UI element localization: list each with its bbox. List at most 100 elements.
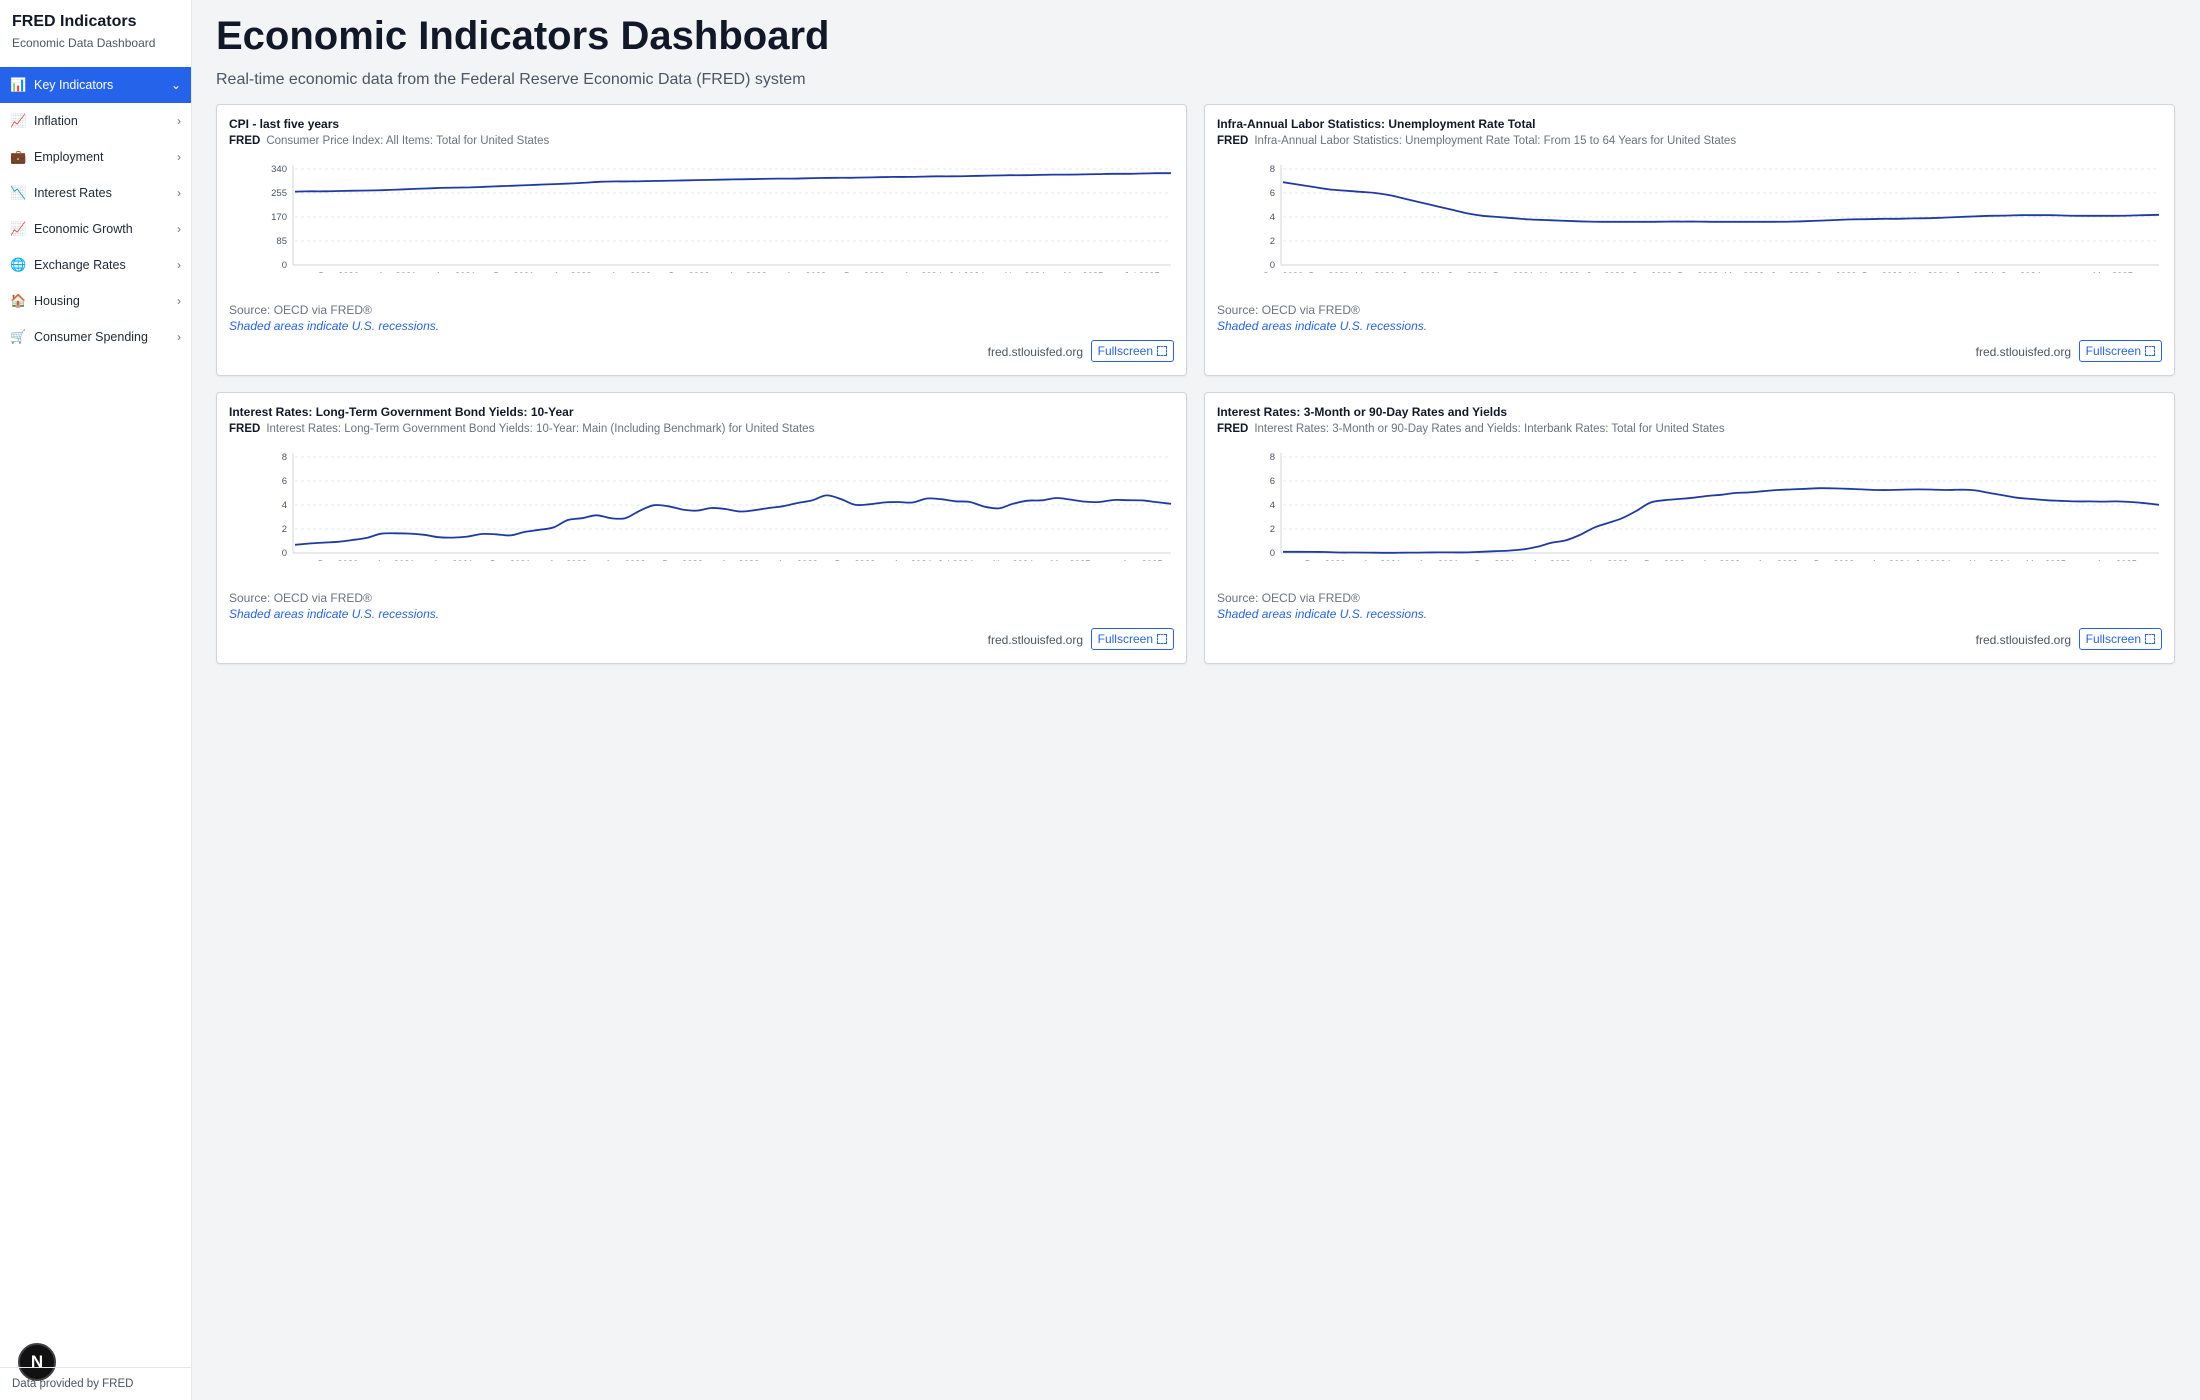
x-tick-label: Sep 2020: [1263, 271, 1304, 273]
sidebar-item-label: Economic Growth: [34, 222, 133, 236]
x-tick-label: Apr 2024: [904, 271, 943, 273]
y-tick-label: 6: [1270, 476, 1275, 487]
chart-series-title: Consumer Price Index: All Items: Total f…: [266, 135, 550, 147]
x-tick-label: Dec 2020: [1309, 271, 1350, 273]
sidebar-item-key-indicators[interactable]: 📊 Key Indicators ⌄: [0, 67, 191, 103]
x-tick-label: Sep 2022: [1631, 271, 1672, 273]
x-tick-label: Jun 2021: [1402, 271, 1441, 273]
x-tick-label: Aug 2022: [610, 271, 651, 273]
x-tick-label: Sep 2023: [1816, 271, 1857, 273]
series-line: [1283, 487, 2160, 554]
sidebar-item-interest-rates[interactable]: 📉 Interest Rates ›: [0, 175, 191, 211]
fullscreen-button-label: Fullscreen: [2085, 344, 2141, 358]
y-tick-label: 85: [276, 236, 287, 247]
trending-up-icon: 📈: [10, 221, 27, 236]
trending-down-icon: 📉: [10, 185, 27, 200]
x-tick-label: Jul 2024: [949, 271, 985, 273]
chevron-right-icon: ›: [177, 186, 181, 200]
y-tick-label: 6: [1270, 188, 1275, 199]
x-tick-label: Aug 2023: [1757, 559, 1798, 561]
sidebar-item-economic-growth[interactable]: 📈 Economic Growth ›: [0, 211, 191, 247]
x-tick-label: Dec 2023: [844, 271, 885, 273]
x-tick-label: Aug 2021: [433, 559, 474, 561]
series-line: [294, 494, 1172, 546]
y-tick-label: 255: [271, 188, 287, 199]
fullscreen-icon: [2145, 634, 2155, 644]
chart-card: CPI - last five years FRED Consumer Price …: [216, 104, 1187, 376]
x-tick-label: Aug 2021: [1418, 559, 1459, 561]
recession-note: Shaded areas indicate U.S. recessions.: [229, 607, 440, 621]
x-tick-label: Nov 2024: [1005, 271, 1046, 273]
chart-source: Source: OECD via FRED®: [229, 303, 372, 317]
sidebar-item-label: Key Indicators: [34, 78, 114, 92]
chart-series-row: FRED Interest Rates: 3-Month or 90-Day Ra…: [1217, 423, 1725, 435]
x-tick-label: Dec 2023: [1814, 559, 1855, 561]
chart-source: Source: OECD via FRED®: [1217, 591, 1360, 605]
x-tick-label: Aug 2021: [435, 271, 476, 273]
x-tick-label: Dec 2021: [1475, 559, 1516, 561]
x-tick-label: Mar 2025: [1063, 271, 1103, 273]
fullscreen-icon: [1157, 346, 1167, 356]
x-tick-label: Mar 2024: [1908, 271, 1948, 273]
chart-series-row: FRED Consumer Price Index: All Items: Tot…: [229, 135, 549, 147]
chevron-right-icon: ›: [177, 258, 181, 272]
fullscreen-button-label: Fullscreen: [2085, 632, 2141, 646]
app-subtitle: Economic Data Dashboard: [12, 36, 156, 50]
fullscreen-button[interactable]: Fullscreen: [1090, 340, 1174, 362]
y-tick-label: 4: [282, 500, 287, 511]
sidebar-item-employment[interactable]: 💼 Employment ›: [0, 139, 191, 175]
fred-logo: FRED: [229, 135, 261, 147]
chevron-right-icon: ›: [177, 330, 181, 344]
y-tick-label: 0: [1270, 260, 1275, 271]
fred-link[interactable]: fred.stlouisfed.org: [988, 345, 1083, 359]
x-tick-label: Jul 2024: [938, 559, 974, 561]
fred-logo: FRED: [229, 423, 261, 435]
fred-link[interactable]: fred.stlouisfed.org: [988, 633, 1083, 647]
sidebar-item-label: Consumer Spending: [34, 330, 148, 344]
y-tick-label: 170: [271, 212, 287, 223]
x-tick-label: Dec 2020: [1305, 559, 1346, 561]
x-tick-label: Jun 2024: [1955, 271, 1994, 273]
sidebar-item-exchange-rates[interactable]: 🌐 Exchange Rates ›: [0, 247, 191, 283]
chart-series-row: FRED Infra-Annual Labor Statistics: Unemp…: [1217, 135, 1736, 147]
recession-note: Shaded areas indicate U.S. recessions.: [1217, 607, 1428, 621]
x-tick-label: Dec 2022: [1644, 559, 1685, 561]
chart-card-title: Interest Rates: Long-Term Government Bon…: [229, 405, 574, 419]
y-tick-label: 8: [282, 452, 287, 463]
sidebar-footer: Data provided by FRED: [0, 1367, 191, 1400]
x-tick-label: Dec 2022: [669, 271, 710, 273]
chevron-right-icon: ›: [177, 222, 181, 236]
chart-card-title: CPI - last five years: [229, 117, 340, 131]
x-tick-label: Dec 2023: [835, 559, 876, 561]
x-tick-label: Sep 2021: [1447, 271, 1488, 273]
x-tick-label: Jul 2025: [1124, 271, 1160, 273]
trending-up-icon: 📈: [10, 113, 27, 128]
sidebar-item-label: Housing: [34, 294, 80, 308]
line-chart: 0 2 4 6 8 Sep 2020 Dec 2020 Mar 2021 Jun 2021 Sep…: [1263, 164, 2160, 273]
x-tick-label: Nov 2024: [1969, 559, 2010, 561]
fullscreen-icon: [2145, 346, 2155, 356]
y-tick-label: 6: [282, 476, 287, 487]
series-line: [294, 172, 1171, 193]
sidebar-item-inflation[interactable]: 📈 Inflation ›: [0, 103, 191, 139]
fullscreen-icon: [1157, 634, 1167, 644]
fullscreen-button[interactable]: Fullscreen: [1090, 628, 1174, 650]
chart-card: Interest Rates: 3-Month or 90-Day Rates …: [1204, 392, 2175, 664]
x-tick-label: Aug 2023: [777, 559, 818, 561]
x-tick-label: Apr 2024: [893, 559, 932, 561]
x-tick-label: Mar 2025: [2093, 271, 2133, 273]
x-tick-label: Aug 2025: [1122, 559, 1163, 561]
fullscreen-button[interactable]: Fullscreen: [2078, 628, 2162, 650]
sidebar-item-consumer-spending[interactable]: 🛒 Consumer Spending ›: [0, 319, 191, 355]
y-tick-label: 340: [271, 164, 287, 175]
chart-card: Infra-Annual Labor Statistics: Unemploym…: [1204, 104, 2175, 376]
fullscreen-button[interactable]: Fullscreen: [2078, 340, 2162, 362]
y-tick-label: 2: [1270, 524, 1275, 535]
page-title: Economic Indicators Dashboard: [216, 14, 830, 58]
x-tick-label: Apr 2023: [728, 271, 767, 273]
x-tick-label: Mar 2022: [1540, 271, 1580, 273]
sidebar-item-housing[interactable]: 🏠 Housing ›: [0, 283, 191, 319]
x-tick-label: Dec 2022: [662, 559, 703, 561]
fred-link[interactable]: fred.stlouisfed.org: [1976, 633, 2071, 647]
fred-link[interactable]: fred.stlouisfed.org: [1976, 345, 2071, 359]
